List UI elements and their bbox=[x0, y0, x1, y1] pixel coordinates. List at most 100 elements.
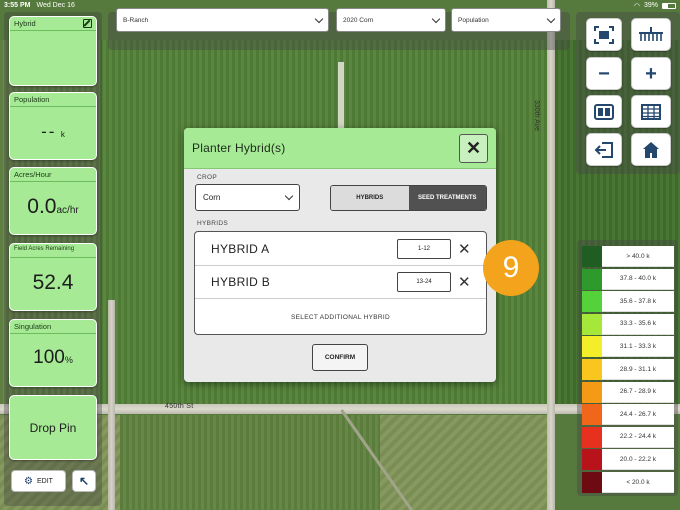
layer-select[interactable]: Population bbox=[451, 8, 561, 32]
acres-hour-tile[interactable]: Acres/Hour 0.0ac/hr bbox=[9, 167, 97, 235]
exit-button[interactable] bbox=[586, 133, 622, 166]
legend-item: 22.2 - 24.4 k bbox=[582, 426, 674, 448]
remove-hybrid-icon[interactable]: ✕ bbox=[458, 273, 471, 291]
dialog-header: Planter Hybrid(s) bbox=[184, 128, 496, 169]
zoom-out-button[interactable]: − bbox=[586, 57, 622, 90]
edit-button-label: EDIT bbox=[37, 477, 53, 485]
hybrids-label: HYBRIDS bbox=[197, 220, 228, 227]
tile-label: Acres/Hour bbox=[14, 170, 52, 179]
legend-swatch bbox=[582, 246, 602, 267]
legend-swatch bbox=[582, 359, 602, 380]
road-label: 330th Ave bbox=[533, 100, 540, 132]
battery-percent: 39% bbox=[643, 2, 658, 9]
map-road bbox=[547, 0, 555, 510]
step-badge: 9 bbox=[483, 240, 539, 296]
legend-item: 20.0 - 22.2 k bbox=[582, 449, 674, 471]
gear-icon: ⚙ bbox=[24, 475, 33, 487]
legend-item: 35.6 - 37.8 k bbox=[582, 291, 674, 313]
legend-item: < 20.0 k bbox=[582, 472, 674, 493]
legend-item: 24.4 - 26.7 k bbox=[582, 404, 674, 426]
road-label: 450th St bbox=[165, 403, 194, 410]
legend-label: 37.8 - 40.0 k bbox=[602, 268, 674, 290]
legend-label: 31.1 - 33.3 k bbox=[602, 336, 674, 358]
legend-label: 26.7 - 28.9 k bbox=[602, 381, 674, 403]
legend-item: 37.8 - 40.0 k bbox=[582, 268, 674, 290]
expand-button[interactable]: ↖ bbox=[72, 470, 96, 492]
legend-label: 28.9 - 31.1 k bbox=[602, 359, 674, 380]
tile-value: 0.0 bbox=[27, 195, 57, 218]
tab-hybrids[interactable]: HYBRIDS bbox=[331, 186, 409, 210]
legend-swatch bbox=[582, 336, 602, 358]
crop-select-value: Corn bbox=[203, 193, 221, 202]
row-range-field[interactable]: 13-24 bbox=[397, 272, 451, 292]
chevron-down-icon bbox=[284, 191, 294, 201]
legend-swatch bbox=[582, 381, 602, 403]
farm-select-value: B-Ranch bbox=[123, 16, 149, 24]
split-view-icon bbox=[594, 103, 614, 120]
legend-item: 28.9 - 31.1 k bbox=[582, 359, 674, 380]
map-field bbox=[120, 415, 380, 510]
field-acres-tile[interactable]: Field Acres Remaining 52.4 bbox=[9, 243, 97, 311]
zoom-in-button[interactable]: + bbox=[631, 57, 671, 90]
minus-icon: − bbox=[598, 62, 610, 85]
hybrid-row[interactable]: HYBRID B 13-24 ✕ bbox=[195, 266, 486, 299]
drop-pin-button[interactable]: Drop Pin bbox=[9, 395, 97, 460]
chevron-down-icon bbox=[431, 14, 441, 23]
legend-swatch bbox=[582, 268, 602, 290]
layer-select-value: Population bbox=[458, 16, 489, 24]
population-tile[interactable]: Population -- k bbox=[9, 92, 97, 160]
legend-swatch bbox=[582, 313, 602, 335]
legend-label: 24.4 - 26.7 k bbox=[602, 404, 674, 426]
edit-button[interactable]: ⚙ EDIT bbox=[11, 470, 66, 492]
status-date: Wed Dec 16 bbox=[36, 2, 75, 9]
tile-label: Singulation bbox=[14, 322, 52, 331]
hybrid-tile[interactable]: Hybrid bbox=[9, 16, 97, 86]
row-range-field[interactable]: 1-12 bbox=[397, 239, 451, 259]
legend-item: > 40.0 k bbox=[582, 246, 674, 267]
tile-value: -- bbox=[41, 122, 57, 141]
season-select[interactable]: 2020 Corn bbox=[336, 8, 446, 32]
legend-label: > 40.0 k bbox=[602, 246, 674, 267]
hybrid-name: HYBRID B bbox=[211, 275, 271, 289]
planter-button[interactable] bbox=[631, 18, 671, 51]
tile-label: Field Acres Remaining bbox=[14, 246, 75, 252]
fit-view-button[interactable] bbox=[586, 18, 622, 51]
close-button[interactable]: ✕ bbox=[459, 134, 488, 163]
legend-item: 31.1 - 33.3 k bbox=[582, 336, 674, 358]
legend-swatch bbox=[582, 291, 602, 313]
legend-item: 33.3 - 35.6 k bbox=[582, 313, 674, 335]
table-view-button[interactable] bbox=[631, 95, 671, 128]
dialog-title: Planter Hybrid(s) bbox=[192, 141, 286, 155]
edit-icon[interactable] bbox=[83, 19, 92, 28]
legend-label: < 20.0 k bbox=[602, 472, 674, 493]
tile-unit: ac/hr bbox=[56, 205, 79, 216]
singulation-tile[interactable]: Singulation 100% bbox=[9, 319, 97, 387]
planter-hybrid-dialog: Planter Hybrid(s) ✕ CROP Corn HYBRIDS SE… bbox=[184, 128, 496, 382]
planter-icon bbox=[639, 26, 663, 41]
remove-hybrid-icon[interactable]: ✕ bbox=[458, 240, 471, 258]
map-road bbox=[108, 300, 115, 510]
crop-label: CROP bbox=[197, 174, 217, 181]
exit-icon bbox=[594, 141, 613, 158]
tile-unit: % bbox=[64, 355, 73, 365]
tile-unit: k bbox=[60, 130, 65, 139]
hybrid-treatment-toggle: HYBRIDS SEED TREATMENTS bbox=[330, 185, 487, 211]
confirm-button[interactable]: CONFIRM bbox=[312, 344, 368, 371]
crop-select[interactable]: Corn bbox=[195, 184, 300, 211]
select-additional-hybrid-button[interactable]: SELECT ADDITIONAL HYBRID bbox=[195, 301, 486, 334]
season-select-value: 2020 Corn bbox=[343, 16, 374, 24]
home-button[interactable] bbox=[631, 133, 671, 166]
drop-pin-label: Drop Pin bbox=[29, 420, 77, 435]
tab-seed-treatments[interactable]: SEED TREATMENTS bbox=[408, 186, 486, 210]
hybrid-row[interactable]: HYBRID A 1-12 ✕ bbox=[195, 233, 486, 266]
table-icon bbox=[641, 103, 661, 120]
split-view-button[interactable] bbox=[586, 95, 622, 128]
chevron-down-icon bbox=[314, 14, 324, 23]
tile-value: 100 bbox=[33, 347, 65, 368]
map-lane bbox=[338, 62, 344, 132]
hybrid-list: HYBRID A 1-12 ✕ HYBRID B 13-24 ✕ SELECT … bbox=[194, 231, 487, 335]
arrow-up-left-icon: ↖ bbox=[78, 474, 90, 488]
legend-label: 20.0 - 22.2 k bbox=[602, 449, 674, 471]
legend-swatch bbox=[582, 404, 602, 426]
farm-select[interactable]: B-Ranch bbox=[116, 8, 329, 32]
